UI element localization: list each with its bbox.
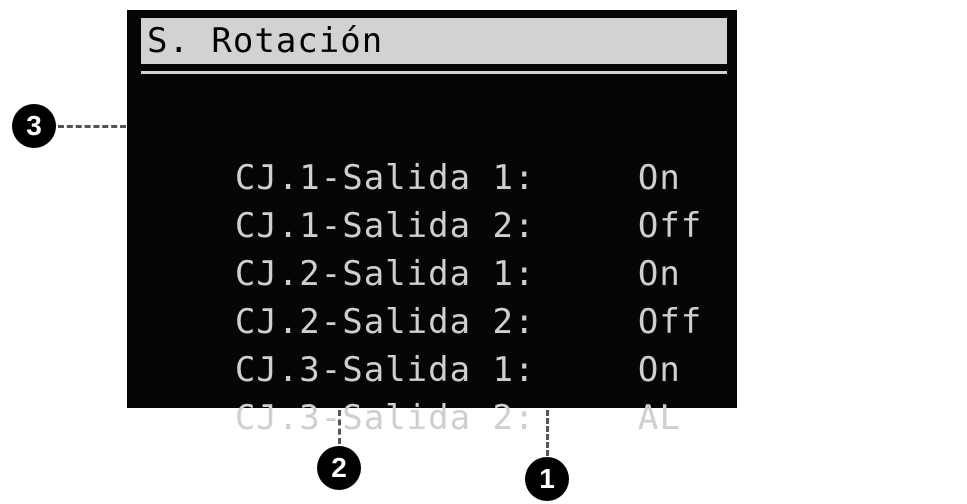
output-row: CJ.1-Salida 1: On xyxy=(149,109,681,198)
output-row: CJ.2-Salida 2: Off xyxy=(149,253,702,342)
output-value: AL xyxy=(637,398,681,438)
output-row: CJ.3-Salida 2: AL xyxy=(149,349,681,438)
callout-3: 3 xyxy=(12,104,56,148)
lcd-screen: S. Rotación CJ.1-Salida 1: On CJ.1-Salida… xyxy=(127,10,737,438)
callout-number: 1 xyxy=(539,463,555,494)
callout-2: 2 xyxy=(317,446,361,490)
screen-title: S. Rotación xyxy=(147,21,384,61)
callout-1: 1 xyxy=(525,457,569,501)
callout-3-leader xyxy=(58,125,126,128)
output-row: CJ.1-Salida 2: Off xyxy=(149,157,702,246)
output-label: CJ.3-Salida 2: xyxy=(234,398,536,438)
output-row: CJ.3-Salida 1: On xyxy=(149,301,681,390)
callout-number: 2 xyxy=(331,452,347,483)
title-divider xyxy=(141,71,727,74)
callout-1-leader xyxy=(546,410,549,456)
output-row: CJ.2-Salida 1: On xyxy=(149,205,681,294)
callout-number: 3 xyxy=(26,110,42,141)
callout-2-leader xyxy=(338,410,341,444)
title-bar: S. Rotación xyxy=(141,18,727,64)
